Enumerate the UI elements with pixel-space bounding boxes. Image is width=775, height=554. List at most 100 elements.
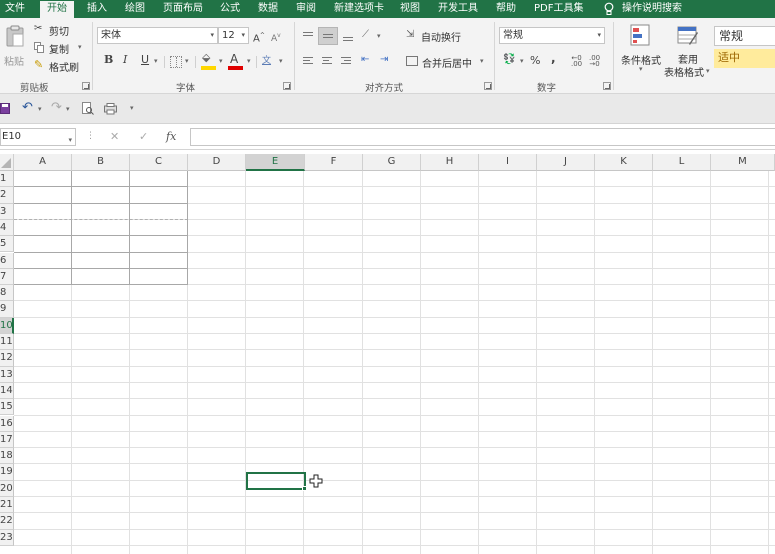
comma-button[interactable]: , (551, 52, 556, 64)
chevron-down-icon[interactable]: ▾ (185, 57, 189, 65)
tab-review[interactable]: 审阅 (296, 0, 316, 18)
row-header-8[interactable]: 8 (0, 285, 14, 302)
row-header-19[interactable]: 19 (0, 464, 14, 481)
grow-font-button[interactable]: A^ (253, 30, 265, 45)
redo-icon[interactable]: ↷ (51, 101, 62, 114)
tab-data[interactable]: 数据 (258, 0, 278, 18)
insert-function-button[interactable]: fx (166, 131, 176, 143)
font-name-select[interactable]: 宋体 ▾ (97, 27, 218, 44)
percent-button[interactable]: % (530, 55, 540, 67)
row-header-6[interactable]: 6 (0, 252, 14, 269)
cancel-formula-button[interactable]: ✕ (110, 131, 119, 143)
merge-center-button[interactable]: 合并后居中 ▾ (406, 54, 488, 70)
chevron-down-icon[interactable]: ▾ (377, 32, 381, 40)
fill-handle[interactable] (302, 486, 307, 491)
row-header-20[interactable]: 20 (0, 480, 14, 497)
clipboard-launcher-icon[interactable] (82, 82, 90, 90)
chevron-down-icon[interactable]: ▾ (520, 57, 524, 65)
undo-icon[interactable]: ↶ (22, 101, 33, 114)
select-all-corner[interactable] (0, 154, 14, 171)
row-header-10[interactable]: 10 (0, 317, 14, 334)
font-size-select[interactable]: 12 ▾ (218, 27, 249, 44)
column-header-d[interactable]: D (188, 154, 246, 171)
column-header-e[interactable]: E (246, 154, 305, 171)
increase-indent-icon[interactable]: ⇥ (380, 54, 388, 66)
customize-toolbar-icon[interactable]: ▾ (130, 104, 134, 112)
column-header-c[interactable]: C (130, 154, 188, 171)
row-header-9[interactable]: 9 (0, 301, 14, 318)
save-icon[interactable] (0, 103, 10, 114)
tab-new[interactable]: 新建选项卡 (334, 0, 384, 18)
decrease-decimal-icon[interactable]: .00 →0 (589, 55, 600, 68)
tab-draw[interactable]: 绘图 (125, 0, 145, 18)
row-header-18[interactable]: 18 (0, 448, 14, 465)
chevron-down-icon[interactable]: ▾ (38, 105, 42, 113)
tab-page-layout[interactable]: 页面布局 (163, 0, 203, 18)
row-header-7[interactable]: 7 (0, 268, 14, 286)
row-header-22[interactable]: 22 (0, 513, 14, 530)
column-header-j[interactable]: J (537, 154, 595, 171)
copy-button[interactable]: 复制 ▾ (34, 40, 86, 56)
tab-developer[interactable]: 开发工具 (438, 0, 478, 18)
row-header-2[interactable]: 2 (0, 187, 14, 204)
phonetic-guide-button[interactable]: 文 (262, 55, 271, 67)
tab-file[interactable]: 文件 (5, 0, 25, 18)
paste-button[interactable]: 粘贴 (3, 23, 27, 68)
underline-button[interactable]: U (141, 54, 149, 66)
tab-formulas[interactable]: 公式 (220, 0, 240, 18)
more-options-icon[interactable]: ⋮ (86, 130, 95, 142)
borders-button[interactable] (170, 56, 182, 68)
orientation-button[interactable]: ⟋ (362, 29, 369, 41)
chevron-down-icon[interactable]: ▾ (154, 57, 158, 65)
align-bottom-button[interactable] (341, 29, 355, 43)
tell-me-search[interactable]: 操作说明搜索 (622, 0, 682, 18)
worksheet-grid[interactable]: ABCDEFGHIJKLM 1 2 3 4 5 6 7 8 9 10 11 12 13 14 15 16 17 1… (0, 154, 775, 554)
cut-button[interactable]: ✂ 剪切 (34, 22, 84, 38)
column-header-g[interactable]: G (363, 154, 421, 171)
row-header-17[interactable]: 17 (0, 431, 14, 449)
decrease-indent-icon[interactable]: ⇤ (361, 54, 369, 66)
tab-insert[interactable]: 插入 (87, 0, 107, 18)
column-header-k[interactable]: K (595, 154, 653, 171)
alignment-launcher-icon[interactable] (484, 82, 492, 90)
font-color-button[interactable]: A (228, 52, 244, 70)
tab-home[interactable]: 开始 (40, 1, 74, 18)
bold-button[interactable]: B (104, 54, 113, 66)
enter-formula-button[interactable]: ✓ (139, 131, 148, 143)
align-middle-button[interactable] (318, 27, 338, 45)
align-center-button[interactable] (320, 54, 334, 68)
column-header-a[interactable]: A (14, 154, 72, 171)
currency-format-icon[interactable]: 💱 (503, 54, 515, 66)
row-header-3[interactable]: 3 (0, 203, 14, 220)
shrink-font-button[interactable]: Av (271, 30, 281, 45)
row-header-21[interactable]: 21 (0, 497, 14, 514)
chevron-down-icon[interactable]: ▾ (247, 57, 251, 65)
conditional-format-button[interactable]: 条件格式 ▾ (618, 22, 664, 78)
print-preview-icon[interactable] (82, 102, 94, 115)
number-format-select[interactable]: 常规 ▾ (499, 27, 605, 44)
row-header-11[interactable]: 11 (0, 334, 14, 351)
active-cell[interactable] (246, 472, 306, 490)
number-launcher-icon[interactable] (603, 82, 611, 90)
name-box[interactable]: E10 ▾ (0, 128, 76, 146)
cell-style-neutral[interactable]: 适中 (714, 49, 775, 68)
column-header-l[interactable]: L (653, 154, 711, 171)
formula-input[interactable] (190, 128, 775, 146)
font-launcher-icon[interactable] (283, 82, 291, 90)
tab-pdf-tools[interactable]: PDF工具集 (534, 0, 583, 18)
column-header-b[interactable]: B (72, 154, 130, 171)
print-icon[interactable] (104, 103, 117, 115)
increase-decimal-icon[interactable]: ←0.00 (571, 55, 582, 68)
tab-view[interactable]: 视图 (400, 0, 420, 18)
tab-help[interactable]: 帮助 (496, 0, 516, 18)
italic-button[interactable]: I (123, 54, 127, 66)
row-header-14[interactable]: 14 (0, 382, 14, 400)
format-painter-button[interactable]: ✎ 格式刷 (34, 58, 84, 75)
column-header-m[interactable]: M (711, 154, 775, 171)
row-header-1[interactable]: 1 (0, 171, 14, 188)
chevron-down-icon[interactable]: ▾ (66, 105, 70, 113)
align-right-button[interactable] (339, 54, 353, 68)
align-left-button[interactable] (301, 54, 315, 68)
column-header-f[interactable]: F (305, 154, 363, 171)
row-header-5[interactable]: 5 (0, 236, 14, 253)
